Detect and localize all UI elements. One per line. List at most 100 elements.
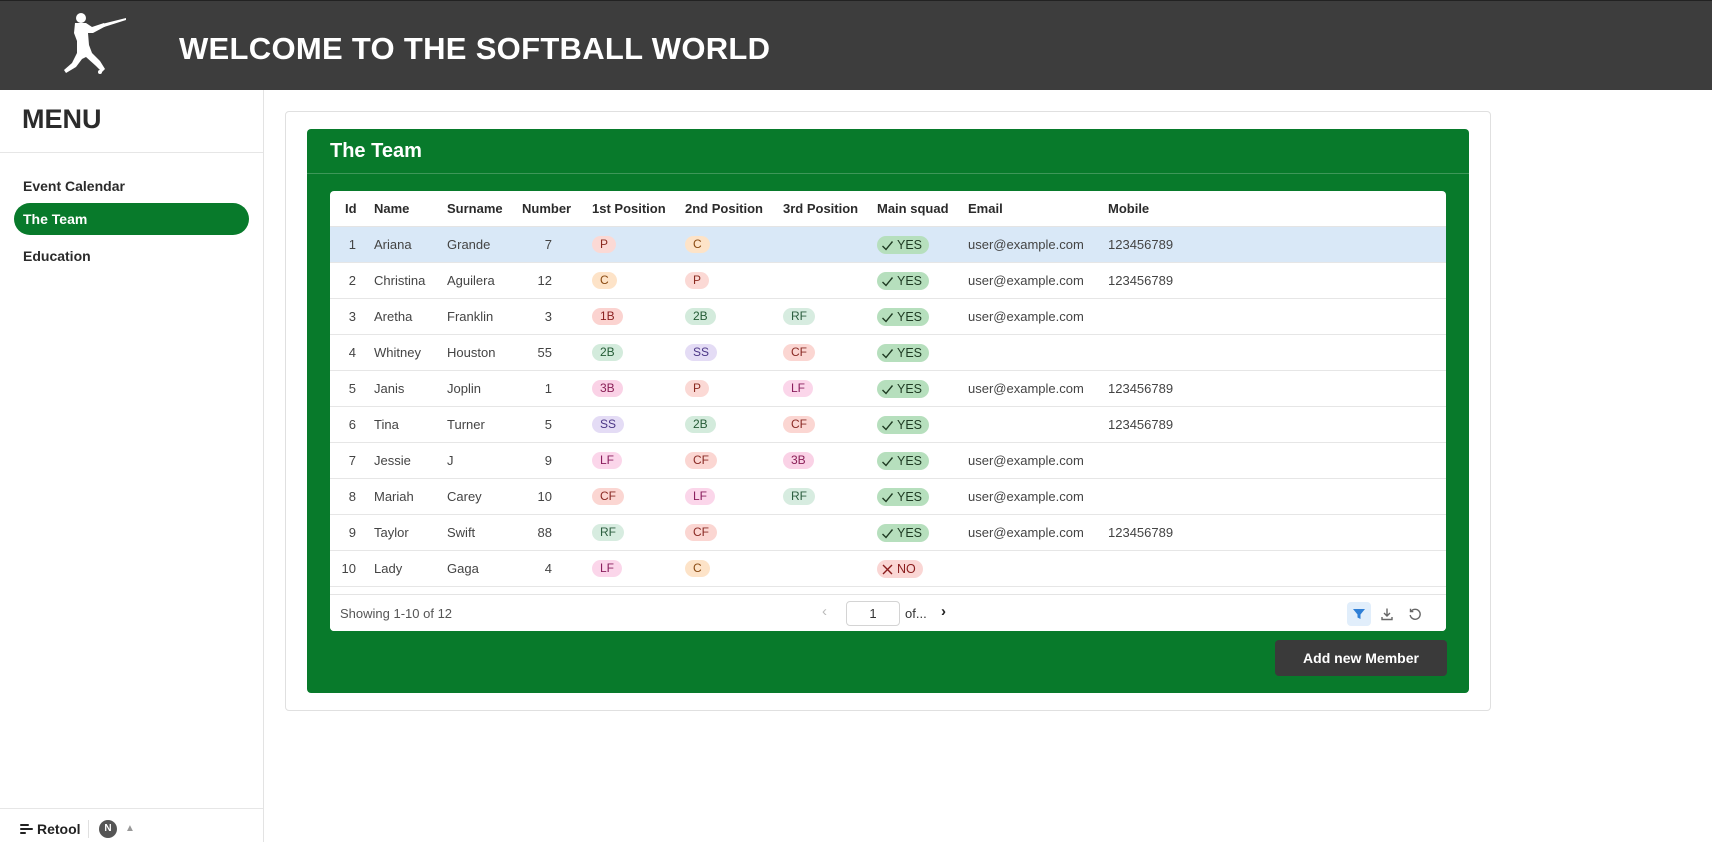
sidebar-item-the-team[interactable]: The Team — [14, 203, 249, 235]
position-tag-2: P — [685, 272, 710, 289]
filter-icon — [1353, 609, 1365, 619]
table-row[interactable]: 9 Taylor Swift user@example.com 123456789 88 R… — [330, 515, 1446, 551]
close-icon — [882, 564, 893, 574]
cell-id: 4 — [348, 345, 356, 360]
add-new-member-button[interactable]: Add new Member — [1275, 640, 1447, 676]
check-icon — [882, 492, 894, 503]
main-squad-label: YES — [897, 346, 923, 360]
column-header-2nd-position[interactable]: 2nd Position — [685, 201, 763, 216]
cell-name: Aretha — [374, 309, 413, 324]
position-tag-2: CF — [685, 524, 717, 541]
page-number-input[interactable] — [846, 601, 900, 626]
position-tag-1: P — [592, 236, 617, 253]
main-squad-badge: YES — [877, 380, 930, 398]
team-table: Id Name Surname Number 1st Position 2nd … — [330, 191, 1446, 631]
table-row[interactable]: 1 Ariana Grande user@example.com 123456789 7 P… — [330, 227, 1446, 263]
cell-mobile: 123456789 — [1108, 273, 1174, 288]
sidebar-item-event-calendar[interactable]: Event Calendar — [14, 170, 249, 202]
column-header-3rd-position[interactable]: 3rd Position — [783, 201, 858, 216]
main-squad-label: YES — [897, 238, 923, 252]
table-row[interactable]: 5 Janis Joplin user@example.com 123456789 1 3B… — [330, 371, 1446, 407]
column-header-number[interactable]: Number — [522, 201, 571, 216]
cell-email: user@example.com — [968, 381, 1084, 396]
check-icon — [882, 348, 894, 359]
position-tag-1: LF — [592, 452, 623, 469]
table-row[interactable]: 4 Whitney Houston 55 2B SS CF YES — [330, 335, 1446, 371]
table-body: 1 Ariana Grande user@example.com 123456789 7 P… — [330, 227, 1446, 587]
retool-brand[interactable]: Retool — [20, 821, 81, 837]
cell-name: Jessie — [374, 453, 411, 468]
column-header-mobile[interactable]: Mobile — [1108, 201, 1149, 216]
cell-id: 8 — [348, 489, 356, 504]
position-tag-2: LF — [685, 488, 716, 505]
chevron-right-icon[interactable]: › — [941, 603, 946, 620]
column-header-surname[interactable]: Surname — [447, 201, 503, 216]
cell-number: 7 — [544, 237, 552, 252]
table-row[interactable]: 2 Christina Aguilera user@example.com 123456… — [330, 263, 1446, 299]
chevron-left-icon[interactable]: ‹ — [822, 603, 827, 620]
download-icon — [1381, 608, 1393, 621]
table-row[interactable]: 7 Jessie Juser@example.com 9 LF CF 3B YES — [330, 443, 1446, 479]
column-header-1st-position[interactable]: 1st Position — [592, 201, 666, 216]
cell-name: Lady — [374, 561, 403, 576]
position-tag-2: SS — [685, 344, 718, 361]
position-tag-2: C — [685, 560, 710, 577]
cell-name: Mariah — [374, 489, 414, 504]
menu-divider — [0, 152, 263, 153]
position-tag-1: RF — [592, 524, 624, 541]
app-title: WELCOME TO THE SOFTBALL WORLD — [179, 31, 771, 66]
position-tag-1: CF — [592, 488, 624, 505]
footer-divider — [88, 820, 89, 838]
refresh-button[interactable] — [1403, 602, 1427, 626]
chevron-up-icon[interactable]: ▲ — [125, 823, 135, 834]
cell-mobile: 123456789 — [1108, 525, 1174, 540]
position-tag-3: RF — [783, 308, 815, 325]
main-squad-label: YES — [897, 454, 923, 468]
cell-surname: Gaga — [447, 561, 479, 576]
panel-divider — [307, 173, 1469, 174]
position-tag-2: 2B — [685, 416, 716, 433]
position-tag-1: 2B — [592, 344, 623, 361]
cell-number: 1 — [544, 381, 552, 396]
position-tag-1: C — [592, 272, 617, 289]
position-tag-1: 3B — [592, 380, 623, 397]
cell-surname: Swift — [447, 525, 476, 540]
table-row[interactable]: 10 Lady Gaga 4 LF C NO — [330, 551, 1446, 587]
column-header-id[interactable]: Id — [345, 201, 357, 216]
cell-surname: Grande — [447, 237, 491, 252]
filter-button[interactable] — [1347, 602, 1371, 626]
column-header-main-squad[interactable]: Main squad — [877, 201, 949, 216]
table-row[interactable]: 3 Aretha Franklin user@example.com 3 1B 2B RF YE… — [330, 299, 1446, 335]
download-button[interactable] — [1375, 602, 1399, 626]
cell-name: Whitney — [374, 345, 421, 360]
sidebar-item-education[interactable]: Education — [14, 240, 249, 272]
top-bar: WELCOME TO THE SOFTBALL WORLD — [0, 0, 1712, 90]
refresh-icon — [1409, 608, 1421, 620]
cell-mobile: 123456789 — [1108, 417, 1174, 432]
cell-surname: Aguilera — [447, 273, 495, 288]
table-row[interactable]: 6 Tina Turner 123456789 5 SS 2B CF YES — [330, 407, 1446, 443]
position-tag-3: RF — [783, 488, 815, 505]
cell-email: user@example.com — [968, 309, 1084, 324]
main-squad-label: YES — [897, 382, 923, 396]
cell-id: 1 — [348, 237, 356, 252]
column-header-name[interactable]: Name — [374, 201, 409, 216]
cell-number: 10 — [537, 489, 552, 504]
cell-id: 3 — [348, 309, 356, 324]
position-tag-3: 3B — [783, 452, 814, 469]
table-row[interactable]: 8 Mariah Carey user@example.com 10 CF LF RF YES — [330, 479, 1446, 515]
main-squad-badge: YES — [877, 344, 930, 362]
column-header-email[interactable]: Email — [968, 201, 1003, 216]
avatar[interactable]: N — [99, 820, 117, 838]
main-squad-label: NO — [897, 562, 916, 576]
main-squad-badge: YES — [877, 236, 930, 254]
position-tag-1: LF — [592, 560, 623, 577]
menu-title: MENU — [22, 104, 102, 134]
cell-surname: J — [447, 453, 454, 468]
cell-number: 5 — [544, 417, 552, 432]
cell-mobile: 123456789 — [1108, 237, 1174, 252]
cell-id: 10 — [341, 561, 356, 576]
cell-email: user@example.com — [968, 489, 1084, 504]
main-squad-badge: YES — [877, 416, 930, 434]
retool-brand-label: Retool — [37, 821, 81, 837]
